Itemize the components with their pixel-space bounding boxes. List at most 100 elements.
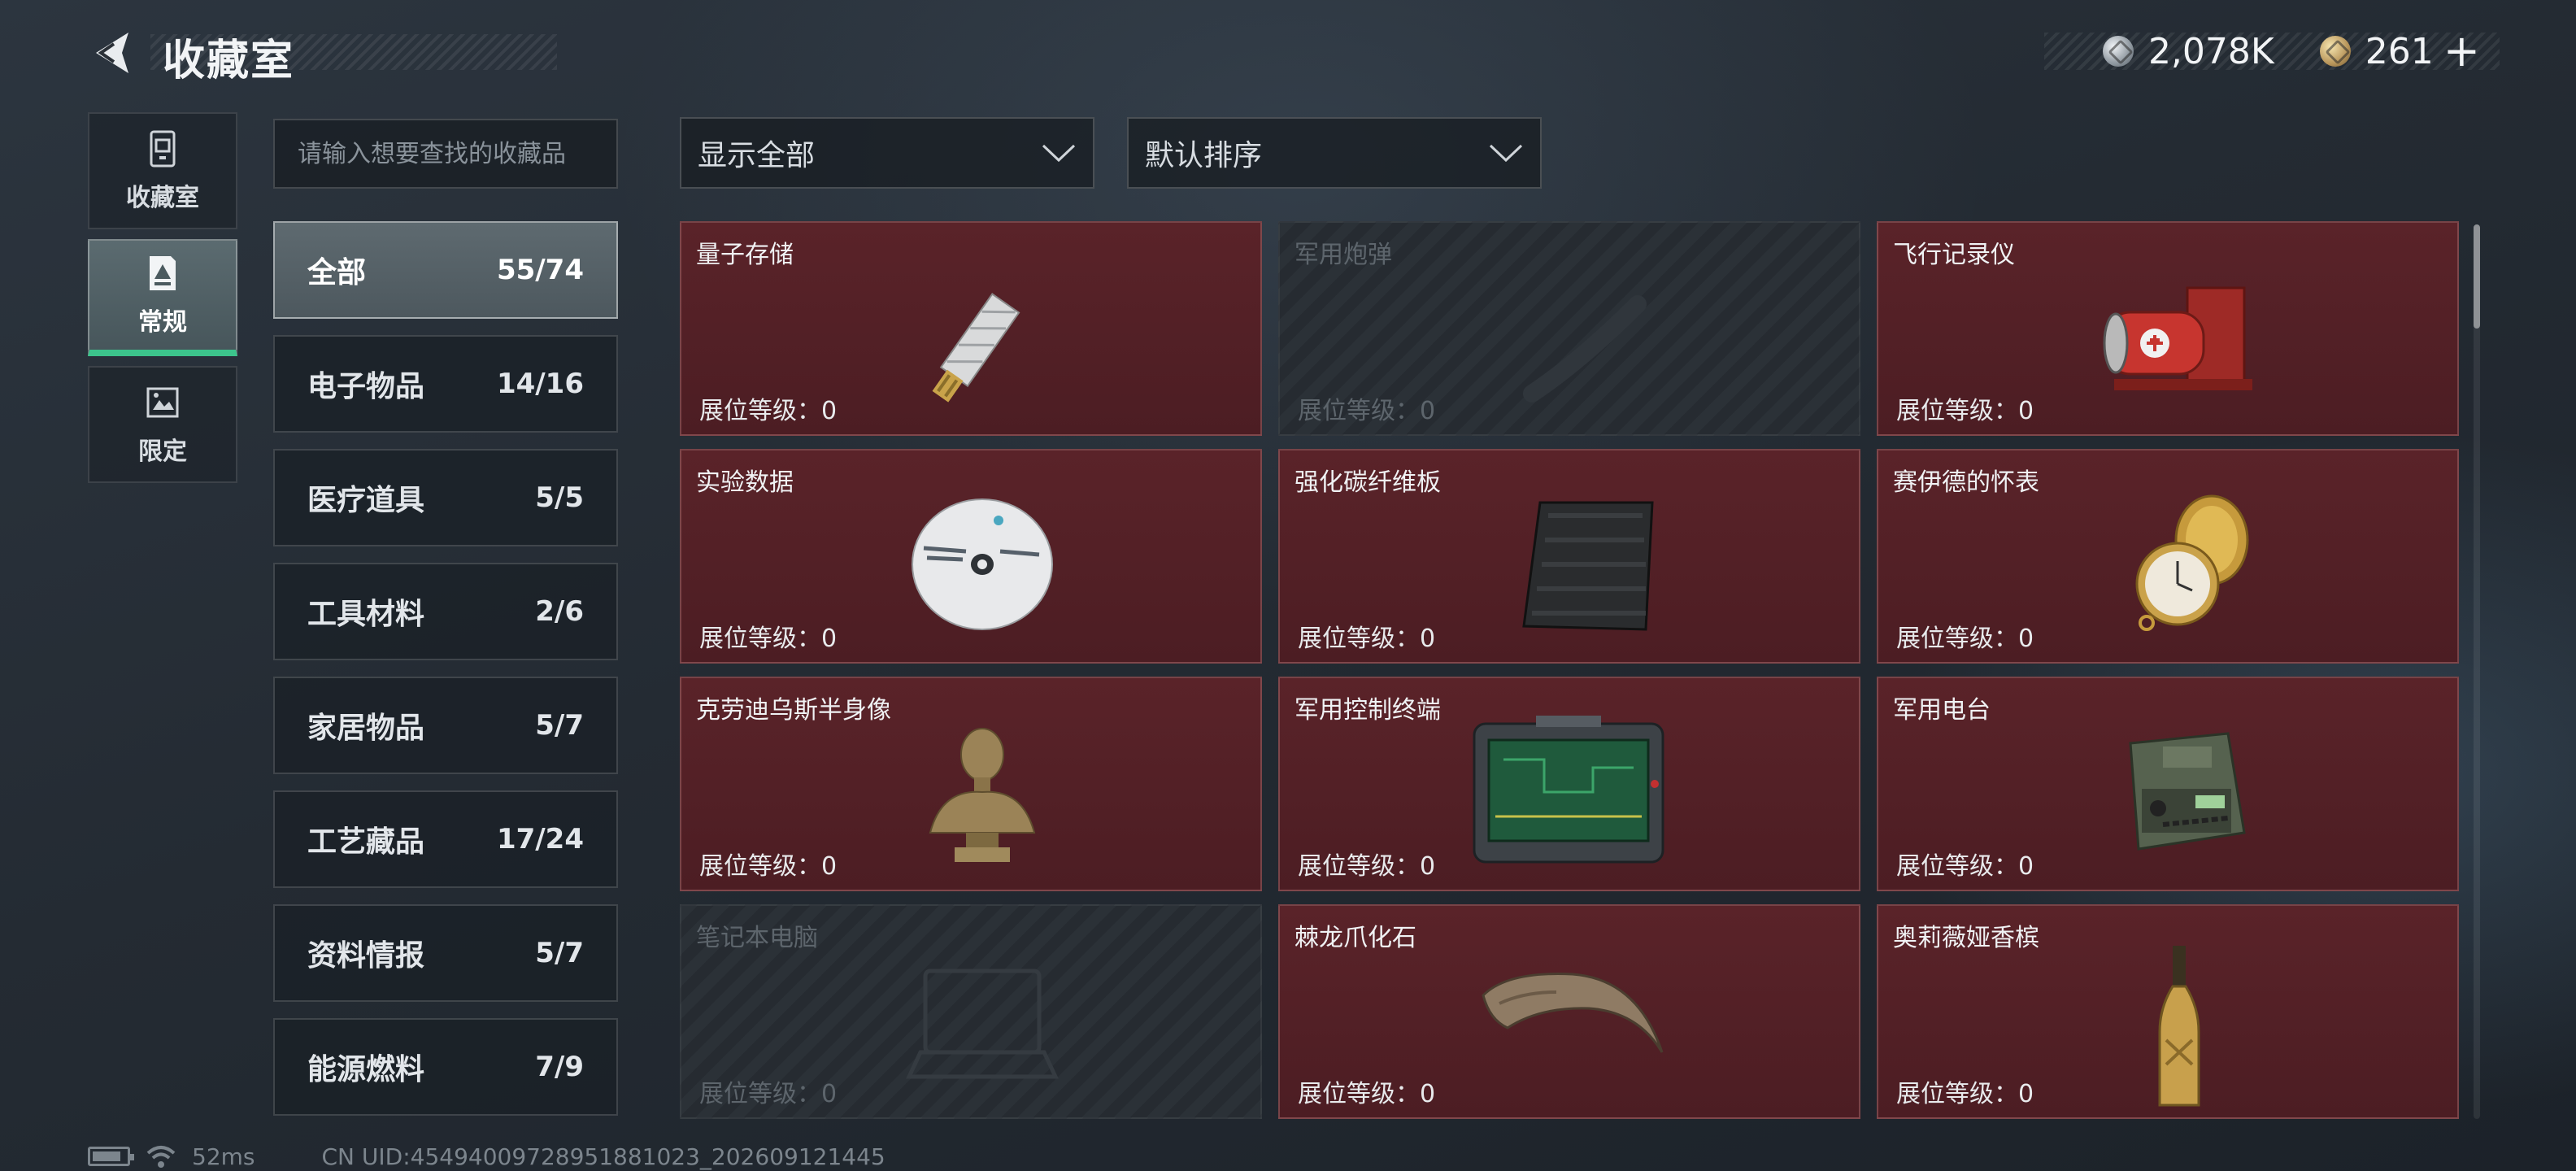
- booth-level: 展位等级：0: [1896, 625, 2034, 653]
- item-name: 飞行记录仪: [1893, 241, 2015, 269]
- bust-icon: [929, 728, 1036, 862]
- item-name: 奥莉薇娅香槟: [1893, 924, 2039, 952]
- status-bar: 52ms CN UID:45494009728951881023_2026091…: [88, 1142, 886, 1171]
- silver-coin-icon: [2102, 36, 2134, 67]
- category-count: 17/24: [496, 823, 584, 855]
- category-medical[interactable]: 医疗道具 5/5: [273, 449, 618, 546]
- item-name: 量子存储: [696, 241, 794, 269]
- category-count: 55/74: [496, 254, 584, 286]
- category-all[interactable]: 全部 55/74: [273, 221, 618, 319]
- category-count: 2/6: [535, 595, 584, 628]
- currency-panel: 2,078K 261 +: [2044, 29, 2500, 73]
- collection-card-locked[interactable]: 军用炮弹 展位等级：0: [1278, 221, 1860, 436]
- category-household[interactable]: 家居物品 5/7: [273, 677, 618, 774]
- category-count: 5/7: [535, 937, 584, 969]
- category-fuel[interactable]: 能源燃料 7/9: [273, 1018, 618, 1116]
- category-electronics[interactable]: 电子物品 14/16: [273, 335, 618, 433]
- booth-level: 展位等级：0: [1298, 625, 1436, 653]
- category-name: 电子物品: [307, 370, 425, 403]
- category-name: 工艺藏品: [307, 825, 425, 859]
- add-currency-button[interactable]: +: [2443, 29, 2480, 73]
- booth-level: 展位等级：0: [699, 625, 838, 653]
- category-count: 14/16: [496, 368, 584, 400]
- collection-card[interactable]: 赛伊德的怀表 展位等级：0: [1877, 449, 2459, 664]
- category-crafts[interactable]: 工艺藏品 17/24: [273, 790, 618, 888]
- category-name: 全部: [307, 256, 367, 289]
- chevron-down-icon: [1489, 144, 1523, 163]
- booth-level: 展位等级：0: [1896, 397, 2034, 425]
- category-name: 能源燃料: [307, 1053, 425, 1086]
- usb-drive-icon: [932, 293, 1020, 403]
- category-tools[interactable]: 工具材料 2/6: [273, 563, 618, 660]
- left-tab-bar: 收藏室 常规 限定: [88, 112, 237, 493]
- grid-scrollbar[interactable]: [2474, 224, 2480, 1119]
- collection-card-locked[interactable]: 笔记本电脑 展位等级：0: [680, 904, 1262, 1119]
- category-count: 5/7: [535, 709, 584, 742]
- category-count: 7/9: [535, 1051, 584, 1083]
- top-bar: 收藏室 2,078K 261 +: [0, 0, 2576, 106]
- back-arrow-icon[interactable]: [88, 28, 138, 78]
- sort-value: 默认排序: [1145, 139, 1263, 172]
- item-name: 军用炮弹: [1295, 241, 1392, 269]
- category-count: 5/5: [535, 481, 584, 514]
- tab-vault-label: 收藏室: [126, 184, 199, 212]
- wifi-icon: [146, 1146, 176, 1168]
- item-name: 笔记本电脑: [696, 924, 818, 952]
- sort-dropdown[interactable]: 默认排序: [1127, 117, 1542, 189]
- gold-coin-amount: 261: [2365, 30, 2434, 72]
- collection-card[interactable]: 强化碳纤维板 展位等级：0: [1278, 449, 1860, 664]
- category-intel[interactable]: 资料情报 5/7: [273, 904, 618, 1002]
- vault-icon: [150, 130, 176, 168]
- collection-card[interactable]: 飞行记录仪 展位等级：0: [1877, 221, 2459, 436]
- gold-coin-icon: [2319, 36, 2351, 67]
- champagne-icon: [2158, 946, 2200, 1107]
- collection-card[interactable]: 奥莉薇娅香槟 展位等级：0: [1877, 904, 2459, 1119]
- booth-level: 展位等级：0: [699, 1080, 838, 1108]
- item-name: 赛伊德的怀表: [1893, 468, 2039, 497]
- tab-limited-label: 限定: [138, 437, 187, 466]
- collection-card[interactable]: 克劳迪乌斯半身像 展位等级：0: [680, 677, 1262, 891]
- disc-icon: [912, 498, 1053, 630]
- tab-limited[interactable]: 限定: [88, 366, 237, 483]
- item-name: 克劳迪乌斯半身像: [696, 696, 891, 725]
- tab-regular-label: 常规: [138, 308, 187, 337]
- silver-coin-amount: 2,078K: [2147, 30, 2274, 72]
- pocket-watch-icon: [2135, 494, 2249, 631]
- category-name: 资料情报: [307, 939, 425, 973]
- booth-level: 展位等级：0: [1298, 1080, 1436, 1108]
- chevron-down-icon: [1042, 144, 1076, 163]
- booth-level: 展位等级：0: [1896, 1080, 2034, 1108]
- collection-card[interactable]: 军用电台 展位等级：0: [1877, 677, 2459, 891]
- collection-card[interactable]: 实验数据 展位等级：0: [680, 449, 1262, 664]
- booth-level: 展位等级：0: [699, 852, 838, 881]
- carbon-plate-icon: [1522, 501, 1654, 631]
- category-name: 家居物品: [307, 712, 425, 745]
- ping-value: 52ms: [192, 1143, 255, 1170]
- regular-collection-icon: [150, 256, 176, 290]
- collection-card[interactable]: 军用控制终端 展位等级：0: [1278, 677, 1860, 891]
- item-name: 军用电台: [1893, 696, 1991, 725]
- limited-collection-icon: [146, 387, 179, 418]
- battery-icon: [88, 1147, 134, 1166]
- item-name: 棘龙爪化石: [1295, 924, 1416, 952]
- laptop-icon: [906, 969, 1059, 1079]
- control-terminal-icon: [1473, 716, 1664, 864]
- display-filter-value: 显示全部: [698, 139, 816, 172]
- collection-card[interactable]: 量子存储 展位等级：0: [680, 221, 1262, 436]
- tab-vault[interactable]: 收藏室: [88, 112, 237, 229]
- display-filter-dropdown[interactable]: 显示全部: [680, 117, 1094, 189]
- shell-icon: [1523, 295, 1647, 403]
- booth-level: 展位等级：0: [699, 397, 838, 425]
- category-name: 医疗道具: [307, 484, 425, 517]
- tab-regular[interactable]: 常规: [88, 239, 237, 356]
- booth-level: 展位等级：0: [1896, 852, 2034, 881]
- collection-card[interactable]: 棘龙爪化石 展位等级：0: [1278, 904, 1860, 1119]
- scroll-thumb[interactable]: [2474, 224, 2480, 329]
- page-title: 收藏室: [163, 37, 295, 85]
- user-uid: CN UID:45494009728951881023_202609121445: [321, 1143, 886, 1170]
- search-input[interactable]: [273, 119, 618, 189]
- item-name: 实验数据: [696, 468, 794, 497]
- item-name: 军用控制终端: [1295, 696, 1441, 725]
- claw-fossil-icon: [1482, 973, 1664, 1053]
- collection-grid: 量子存储 展位等级：0 军用炮弹 展位等级：0 飞行记录仪 展位等级：0 实验数…: [680, 221, 2461, 1122]
